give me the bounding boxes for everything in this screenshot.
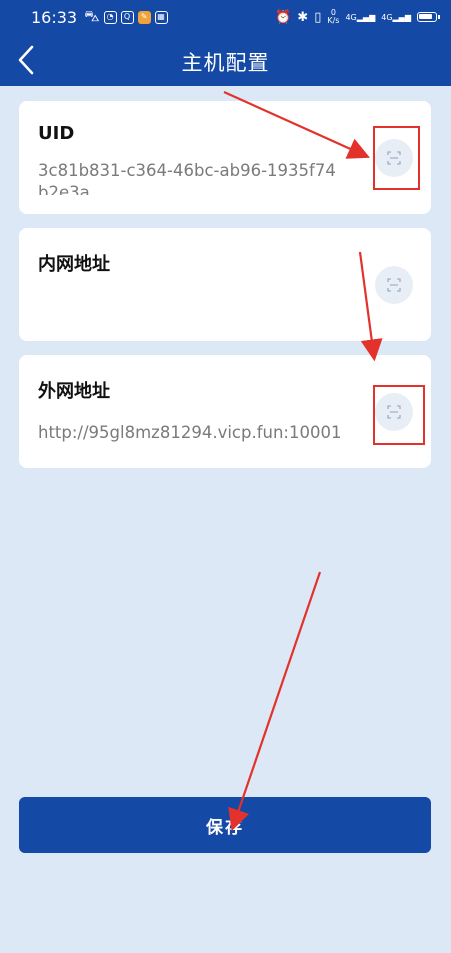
uid-value[interactable]: 3c81b831-c364-46bc-ab96-1935f74 (38, 161, 374, 180)
scan-icon (387, 278, 401, 292)
vibrate-icon: ▯ (314, 9, 322, 25)
extranet-value[interactable]: http://95gl8mz81294.vicp.fun:10001 (38, 423, 374, 442)
intranet-card: 内网地址 (19, 228, 431, 341)
intranet-scan-button[interactable] (375, 266, 413, 304)
extranet-scan-highlight (373, 385, 425, 445)
status-bar: 16:33 ⛍ ◔ Q ✎ ▦ ⏰ ✱ ▯ 0 K/s 4G▂▄▆ 4G▂▄▆ (0, 0, 451, 34)
status-right: ⏰ ✱ ▯ 0 K/s 4G▂▄▆ 4G▂▄▆ (275, 9, 440, 25)
signal-2-icon: 4G▂▄▆ (381, 12, 411, 22)
edit-app-icon: ✎ (137, 10, 151, 24)
status-time: 16:33 (31, 7, 78, 27)
signal-1-label: 4G (345, 12, 357, 22)
uid-card: UID 3c81b831-c364-46bc-ab96-1935f74 b2e3… (19, 101, 431, 214)
intranet-label: 内网地址 (38, 254, 110, 275)
uid-label: UID (38, 123, 75, 144)
extranet-card: 外网地址 http://95gl8mz81294.vicp.fun:10001 (19, 355, 431, 468)
arrow-to-save-button (228, 571, 322, 832)
calendar-app-icon: ▦ (154, 10, 168, 24)
app-notification-icon: ◔ (103, 10, 117, 24)
uid-value-overflow: b2e3a (38, 183, 90, 195)
network-speed: 0 K/s (327, 9, 339, 25)
signal-2-label: 4G (381, 12, 393, 22)
status-left: 16:33 ⛍ ◔ Q ✎ ▦ (31, 7, 168, 27)
notification-icon: ⛍ (84, 7, 100, 25)
bluetooth-icon: ✱ (297, 9, 309, 25)
network-speed-unit: K/s (327, 16, 340, 25)
uid-scan-highlight (373, 126, 420, 190)
battery-icon (417, 12, 440, 22)
alarm-icon: ⏰ (275, 9, 292, 25)
nav-bar: 主机配置 (0, 34, 451, 86)
page-title: 主机配置 (181, 51, 270, 75)
extranet-label: 外网地址 (38, 381, 110, 402)
search-app-icon: Q (120, 10, 134, 24)
app-header: 16:33 ⛍ ◔ Q ✎ ▦ ⏰ ✱ ▯ 0 K/s 4G▂▄▆ 4G▂▄▆ … (0, 0, 451, 86)
signal-1-icon: 4G▂▄▆ (345, 12, 376, 22)
save-button[interactable]: 保存 (19, 797, 431, 853)
